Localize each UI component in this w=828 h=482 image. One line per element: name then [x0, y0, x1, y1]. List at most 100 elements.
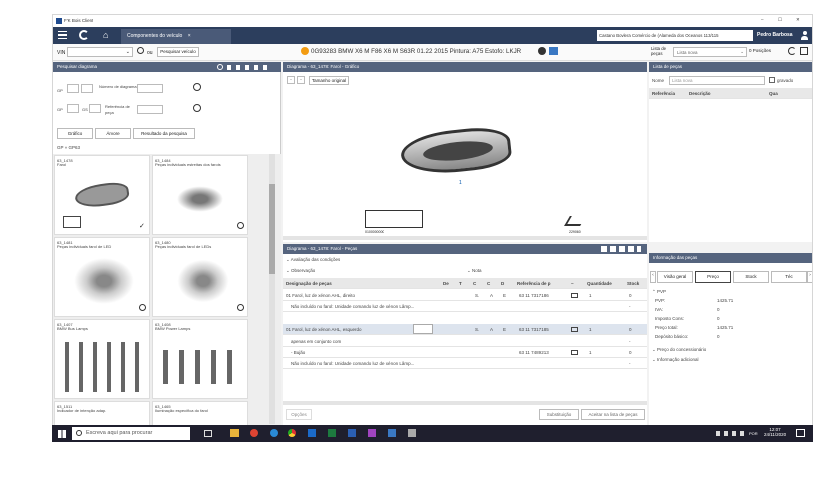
photos-icon[interactable]: [368, 429, 376, 437]
app-icon-red[interactable]: [250, 429, 258, 437]
filter-observation[interactable]: ⌄ Observação: [286, 268, 315, 274]
col-tilde[interactable]: ~: [571, 278, 574, 288]
table-row[interactable]: 01 Farol, luz de xénon AHL, direito S. A…: [283, 290, 647, 301]
diagram-thumb[interactable]: 63_1480 Peças individuais farol de LEDs: [152, 237, 248, 317]
tray-icons[interactable]: [716, 431, 746, 436]
chrome-icon[interactable]: [288, 429, 296, 437]
scrollbar[interactable]: [283, 401, 647, 405]
filter-conditions[interactable]: ⌄ Avaliação das condições: [286, 257, 340, 263]
extra-info-section[interactable]: ⌄ Informação adicional: [652, 357, 699, 363]
saved-checkbox[interactable]: [769, 77, 775, 83]
col-ref[interactable]: Referência de p: [517, 278, 551, 288]
tab-arvore[interactable]: Árvore: [95, 128, 131, 139]
search-icon[interactable]: [137, 47, 144, 54]
list-name-input[interactable]: Lista nova: [669, 76, 765, 85]
table-row[interactable]: - Bujão 63 11 7489213 1 0: [283, 347, 647, 358]
dealer-select[interactable]: Castano Bovlera Comércio de (Alameda dos…: [597, 30, 753, 41]
notification-icon[interactable]: [796, 429, 805, 437]
original-size-button[interactable]: Tamanho original: [309, 76, 349, 85]
zoom-out-button[interactable]: -: [287, 76, 295, 84]
table-row[interactable]: Não incluído no farol: Unidade comando l…: [283, 301, 647, 312]
header-icon-group[interactable]: [601, 246, 641, 252]
scrollbar[interactable]: [283, 236, 647, 240]
col-stock[interactable]: Stock: [627, 278, 639, 288]
tab-stock[interactable]: Stock: [733, 271, 769, 283]
callout-marker[interactable]: 1: [459, 180, 462, 186]
tab-resultado[interactable]: Resultado da pesquisa: [133, 128, 195, 139]
gs-input[interactable]: [89, 104, 101, 113]
scrollbar[interactable]: [269, 154, 275, 424]
gp-input-3[interactable]: [67, 104, 79, 113]
diagram-number-input[interactable]: [137, 84, 163, 93]
col-c2[interactable]: C: [487, 278, 490, 288]
tab-close-icon[interactable]: ×: [188, 33, 191, 39]
table-row[interactable]: apenas em conjunto com -: [283, 336, 647, 347]
zoom-in-button[interactable]: -: [297, 76, 305, 84]
search-icon[interactable]: [217, 64, 223, 70]
add-to-list-icon[interactable]: [571, 293, 578, 298]
diagram-thumb[interactable]: 63_1478 Farol ✓: [54, 155, 150, 235]
col-designation[interactable]: Designação de peças: [286, 278, 332, 288]
col-quantity[interactable]: Qua: [769, 88, 778, 98]
tab-scroll-right[interactable]: ›: [807, 271, 812, 283]
gp-input-2[interactable]: [81, 84, 93, 93]
vin-input[interactable]: ⌄: [67, 47, 133, 57]
col-de[interactable]: De: [443, 278, 449, 288]
lang-indicator[interactable]: POR: [749, 431, 758, 436]
maximize-button[interactable]: ☐: [778, 17, 782, 23]
expand-icon[interactable]: [139, 304, 146, 311]
substitution-button[interactable]: Substituição: [539, 409, 579, 420]
menu-icon[interactable]: [58, 31, 67, 39]
home-icon[interactable]: ⌂: [103, 30, 108, 40]
dealer-price-section[interactable]: ⌄ Preço do concessionário: [652, 347, 706, 353]
col-qty[interactable]: Quantidade: [587, 278, 612, 288]
add-to-list-icon[interactable]: [571, 350, 578, 355]
tab-scroll-left[interactable]: ‹: [650, 271, 656, 283]
files-icon[interactable]: [230, 429, 239, 437]
diagram-thumb[interactable]: 63_1408 BMW Power Lamps: [152, 319, 248, 399]
search-vehicle-button[interactable]: Pesquisar veículo: [157, 47, 199, 57]
minimize-button[interactable]: –: [761, 17, 764, 22]
diagram-thumb[interactable]: 63_1407 BMW Bus Lamps: [54, 319, 150, 399]
refresh-icon[interactable]: [79, 30, 89, 40]
add-to-list-button[interactable]: Aceitar na lista de peças: [581, 409, 645, 420]
excel-icon[interactable]: [328, 429, 336, 437]
task-view-icon[interactable]: [204, 430, 212, 437]
diagram-thumb[interactable]: 63_1481 Peças individuais farol de LED: [54, 237, 150, 317]
col-t[interactable]: T: [459, 278, 462, 288]
close-button[interactable]: ✕: [796, 17, 800, 23]
edge-icon[interactable]: [270, 429, 278, 437]
col-description[interactable]: Descrição: [689, 88, 711, 98]
expand-icon[interactable]: [237, 222, 244, 229]
part-ref-input[interactable]: [137, 105, 163, 114]
app-icon-gray[interactable]: [408, 429, 416, 437]
tab-price[interactable]: Preço: [695, 271, 731, 283]
col-d[interactable]: D: [501, 278, 504, 288]
col-reference[interactable]: Referência: [652, 88, 675, 98]
outlook-icon[interactable]: [308, 429, 316, 437]
expand-icon[interactable]: [237, 304, 244, 311]
parts-list-select[interactable]: Lista nova ⌄: [673, 47, 747, 57]
save-list-icon[interactable]: [800, 47, 808, 55]
tab-tech[interactable]: Téc: [771, 271, 807, 283]
table-row[interactable]: Não incluído no farol: Unidade comando l…: [283, 358, 647, 369]
add-to-list-icon[interactable]: [571, 327, 578, 332]
table-row-selected[interactable]: 01 Farol, luz de xénon AHL, esquerdo S. …: [283, 324, 647, 335]
search-part-icon[interactable]: [193, 104, 201, 112]
gp-input[interactable]: [67, 84, 79, 93]
col-c1[interactable]: C: [473, 278, 476, 288]
info-icon[interactable]: [538, 47, 546, 55]
app-icon-blue[interactable]: [388, 429, 396, 437]
search-diagram-icon[interactable]: [193, 83, 201, 91]
word-icon[interactable]: [348, 429, 356, 437]
clock[interactable]: 12:07 24/11/2020: [764, 427, 786, 437]
pvp-section[interactable]: ⌃ PVP: [652, 289, 666, 295]
filter-note[interactable]: ⌄ Nota: [467, 268, 482, 274]
tab-componentes[interactable]: Componentes do veículo ×: [121, 29, 231, 44]
options-button[interactable]: Opções: [286, 409, 312, 420]
tab-overview[interactable]: Visão geral: [657, 271, 693, 283]
user-icon[interactable]: [801, 31, 808, 40]
tab-grafico[interactable]: Gráfico: [57, 128, 93, 139]
windows-start-icon[interactable]: [58, 430, 66, 438]
taskbar-search-box[interactable]: Escreva aqui para procurar: [72, 427, 190, 440]
